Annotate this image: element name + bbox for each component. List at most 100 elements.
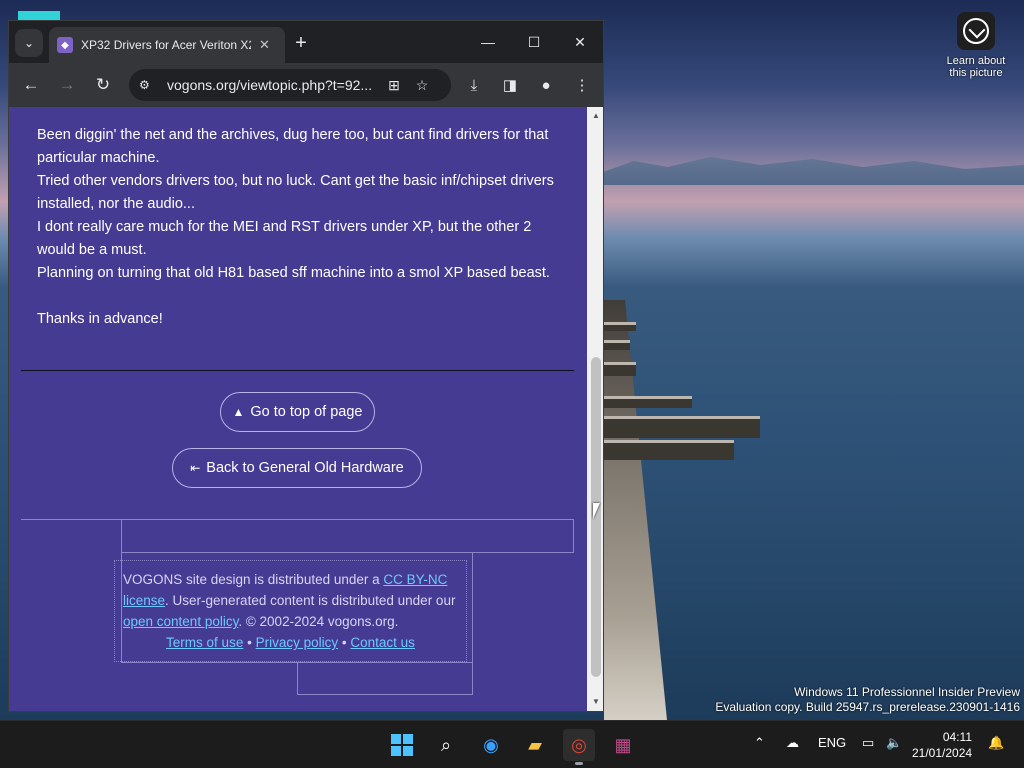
clock[interactable]: 04:11 21/01/2024 xyxy=(912,729,972,761)
language-indicator[interactable]: ENG xyxy=(818,735,846,750)
browser-toolbar: ← → ↻ ⚙ vogons.org/viewtopic.php?t=92...… xyxy=(9,63,603,107)
footer-text-3: . © 2002-2024 vogons.org. xyxy=(238,614,399,629)
post-line: Planning on turning that old H81 based s… xyxy=(37,265,550,281)
volume-muted-icon[interactable]: 🔈 xyxy=(886,735,902,751)
address-bar[interactable]: ⚙ vogons.org/viewtopic.php?t=92... ⊞ ☆ xyxy=(129,69,451,101)
download-button[interactable]: ⤓ xyxy=(460,71,488,99)
windows-logo-icon xyxy=(391,734,413,756)
edge-beta-button[interactable]: ◉ xyxy=(475,729,507,761)
taskbar: ⌕ ◉ ▰ ◎ ▦ ⌃ ☁ ENG ▭ 🔈 04:11 21/01/2024 🔔 xyxy=(0,720,1024,768)
wallpaper-pier-plank xyxy=(604,322,636,331)
arrow-right-icon: → xyxy=(58,75,76,94)
footer-text-2: . User-generated content is distributed … xyxy=(165,593,456,608)
wallpaper-pier-plank xyxy=(604,416,760,438)
triangle-up-icon: ▲ xyxy=(232,405,245,419)
page-scrollbar[interactable]: ▲ ▼ xyxy=(587,107,603,711)
maximize-icon: ☐ xyxy=(527,33,541,50)
folder-icon: ▰ xyxy=(528,734,542,755)
back-button[interactable]: ← xyxy=(17,71,45,99)
go-to-top-label: Go to top of page xyxy=(250,404,363,420)
post-line: I dont really care much for the MEI and … xyxy=(37,219,532,258)
scroll-up-icon[interactable]: ▲ xyxy=(591,111,601,121)
footer-text-1: VOGONS site design is distributed under … xyxy=(123,572,384,587)
network-icon[interactable]: ▭ xyxy=(862,735,874,751)
camera-info-icon[interactable] xyxy=(957,12,995,50)
page-viewport: Been diggin' the net and the archives, d… xyxy=(9,107,587,711)
kebab-menu-icon: ⋮ xyxy=(574,77,590,94)
footer-outline-bottom xyxy=(297,663,473,695)
forward-button[interactable]: → xyxy=(53,71,81,99)
post-divider xyxy=(21,370,574,371)
privacy-link[interactable]: Privacy policy xyxy=(256,635,339,650)
close-icon: ✕ xyxy=(574,33,586,50)
sign-in-arrow-icon: ⇤ xyxy=(190,461,201,475)
wallpaper-pier-plank xyxy=(604,362,636,376)
url-text[interactable]: vogons.org/viewtopic.php?t=92... xyxy=(167,77,377,93)
menu-button[interactable]: ⋮ xyxy=(568,71,596,99)
translate-icon[interactable]: ⊞ xyxy=(383,77,405,94)
wallpaper-pier-plank xyxy=(604,440,734,460)
plus-icon: + xyxy=(295,31,307,54)
profile-button[interactable]: ● xyxy=(532,71,560,99)
wallpaper-pier-plank xyxy=(604,340,630,350)
start-button[interactable] xyxy=(386,729,418,761)
tray-overflow-icon[interactable]: ⌃ xyxy=(754,735,765,751)
post-line: Tried other vendors drivers too, but no … xyxy=(37,173,554,212)
footer-outline-top xyxy=(121,520,574,553)
post-content: Been diggin' the net and the archives, d… xyxy=(37,124,567,331)
new-tab-button[interactable]: + xyxy=(289,31,313,55)
wallpaper-mountains xyxy=(600,157,1024,185)
download-icon: ⤓ xyxy=(470,76,478,94)
minimize-icon: — xyxy=(481,34,495,50)
tab-search-button[interactable]: ⌄ xyxy=(15,29,43,57)
post-line: Been diggin' the net and the archives, d… xyxy=(37,127,549,166)
learn-about-label: Learn about this picture xyxy=(946,55,1006,79)
watermark-line-1: Windows 11 Professionnel Insider Preview xyxy=(794,685,1020,699)
tab-active[interactable]: ◆ XP32 Drivers for Acer Veriton X2 ✕ xyxy=(49,27,285,63)
close-tab-icon[interactable]: ✕ xyxy=(259,37,270,53)
windows-watermark: Windows 11 Professionnel Insider Preview… xyxy=(715,685,1020,715)
footer-links: Terms of use • Privacy policy • Contact … xyxy=(123,632,458,653)
post-thanks: Thanks in advance! xyxy=(37,311,163,327)
clock-time: 04:11 xyxy=(942,730,972,744)
chrome-button[interactable]: ◎ xyxy=(563,729,595,765)
winrar-button[interactable]: ▦ xyxy=(607,729,639,761)
wallpaper-pier-plank xyxy=(604,396,692,408)
contact-link[interactable]: Contact us xyxy=(350,635,415,650)
back-to-forum-button[interactable]: ⇤ Back to General Old Hardware xyxy=(172,448,422,488)
search-icon: ⌕ xyxy=(440,734,452,755)
chevron-down-icon: ⌄ xyxy=(23,36,35,50)
go-to-top-button[interactable]: ▲ Go to top of page xyxy=(220,392,375,432)
notification-bell-icon[interactable]: 🔔 xyxy=(988,735,1004,751)
file-explorer-button[interactable]: ▰ xyxy=(519,729,551,761)
reload-icon: ↻ xyxy=(95,75,111,94)
tab-strip: ⌄ ◆ XP32 Drivers for Acer Veriton X2 ✕ +… xyxy=(9,21,603,63)
footer-separator: • xyxy=(247,635,252,650)
footer-separator: • xyxy=(341,635,347,650)
archive-icon: ▦ xyxy=(614,734,632,755)
content-policy-link[interactable]: open content policy xyxy=(123,614,238,629)
close-window-button[interactable]: ✕ xyxy=(557,29,603,55)
person-icon: ● xyxy=(541,76,551,94)
watermark-line-2: Evaluation copy. Build 25947.rs_prerelea… xyxy=(715,700,1020,714)
scroll-down-icon[interactable]: ▼ xyxy=(591,697,601,707)
onedrive-icon[interactable]: ☁ xyxy=(786,735,799,751)
chrome-icon: ◎ xyxy=(571,734,587,755)
site-info-icon[interactable]: ⚙ xyxy=(139,78,157,92)
maximize-button[interactable]: ☐ xyxy=(511,29,557,55)
learn-about-picture[interactable]: Learn about this picture xyxy=(940,12,1012,79)
back-to-forum-label: Back to General Old Hardware xyxy=(206,460,404,476)
star-icon[interactable]: ☆ xyxy=(411,77,433,94)
mouse-cursor-icon xyxy=(593,503,600,519)
terms-link[interactable]: Terms of use xyxy=(166,635,243,650)
chrome-window: ⌄ ◆ XP32 Drivers for Acer Veriton X2 ✕ +… xyxy=(8,20,604,712)
arrow-left-icon: ← xyxy=(22,75,40,94)
side-panel-button[interactable]: ◨ xyxy=(496,71,524,99)
vogons-favicon-icon: ◆ xyxy=(57,37,73,53)
tab-title: XP32 Drivers for Acer Veriton X2 xyxy=(81,38,251,52)
edge-icon: ◉ xyxy=(483,734,499,755)
footer-license-text: VOGONS site design is distributed under … xyxy=(114,560,467,662)
search-button[interactable]: ⌕ xyxy=(430,729,462,761)
minimize-button[interactable]: — xyxy=(465,29,511,55)
reload-button[interactable]: ↻ xyxy=(89,71,117,99)
